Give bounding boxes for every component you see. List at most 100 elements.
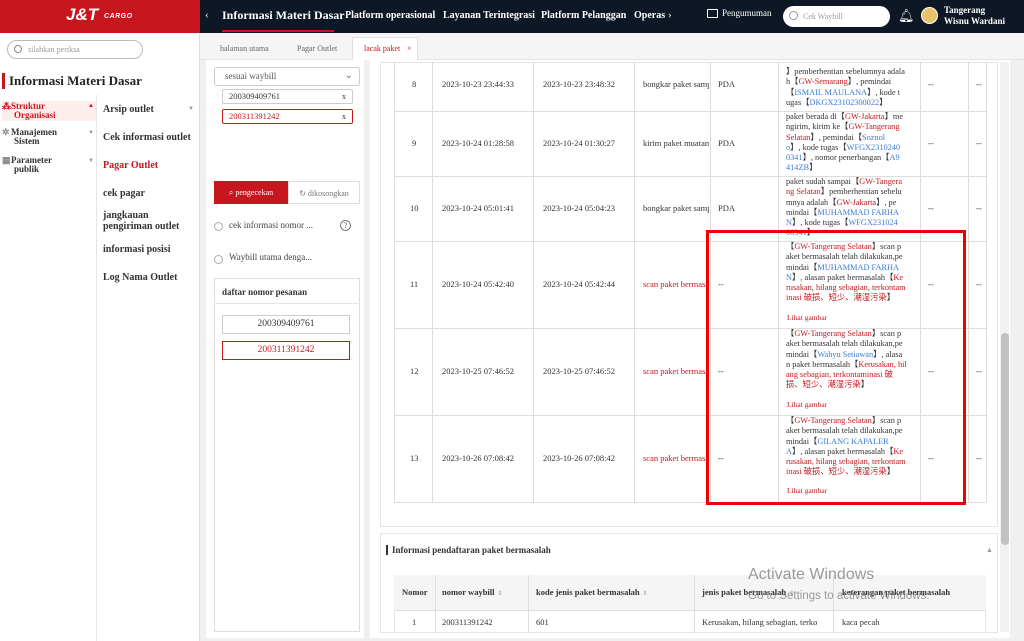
tracking-description: paket berada di【GW-Jakarta】me ngirim, kir… [786, 112, 904, 173]
sidebar-subitem-arsip-outlet[interactable]: Arsip outlet ▼ [103, 104, 197, 115]
clear-button-label: dikosongkan [307, 189, 349, 198]
sidebar-search-input[interactable]: silahkan periksa [7, 40, 143, 59]
tab-pagar-outlet[interactable]: Pagar Outlet [297, 44, 337, 53]
scrollbar-thumb[interactable] [1001, 333, 1009, 545]
sidebar-item-parameter-publik[interactable]: ▦Parameter publik ▼ [2, 156, 96, 176]
nav-item-layanan-terintegrasi[interactable]: Layanan Terintegrasi [443, 10, 535, 21]
waybill-chip[interactable]: 200311391242 x [222, 109, 353, 124]
help-icon[interactable]: ? [340, 220, 351, 231]
nav-item-platform-operasional[interactable]: Platform operasional [345, 10, 435, 21]
empty-value: -- [928, 138, 934, 148]
sidebar-divider [96, 95, 97, 641]
nav-item-operasional[interactable]: Operas [634, 10, 665, 21]
scan-type: scan paket bermasal [643, 279, 709, 289]
waybill-chip[interactable]: 200309409761 x [222, 89, 353, 104]
windows-activation-subtitle: Go to Settings to activate Windows. [748, 590, 930, 602]
search-icon: ⌕ [228, 188, 234, 197]
sidebar-subitem-label: pengiriman outlet [103, 221, 180, 232]
user-location[interactable]: Tangerang [944, 5, 985, 15]
column-header[interactable]: kode jenis paket bermasalah ⇕ [536, 587, 648, 597]
caret-down-icon: ▼ [88, 130, 94, 136]
empty-value: -- [928, 203, 934, 213]
order-list-divider [214, 303, 360, 304]
bell-icon[interactable]: 🔔︎ [898, 8, 915, 24]
avatar[interactable] [921, 7, 938, 24]
clear-button[interactable]: ↻ dikosongkan [288, 181, 360, 204]
order-list-item[interactable]: 200309409761 [222, 315, 350, 334]
nav-item-informasi-materi-dasar[interactable]: Informasi Materi Dasar [222, 8, 345, 23]
empty-value: -- [976, 453, 982, 463]
caret-up-icon[interactable]: ▲ [986, 546, 993, 554]
scan-time: 2023-10-26 07:08:42 [442, 453, 515, 463]
highlight-annotation-box [706, 230, 966, 505]
sidebar-subitem-label: jangkauan [103, 210, 149, 221]
sidebar-item-label: Organisasi [14, 110, 56, 120]
scan-type: scan paket bermasal [643, 366, 709, 376]
sidebar-subitem-jangkauan-pengiriman-outlet[interactable]: jangkauan pengiriman outlet [103, 210, 179, 232]
scan-source: PDA [718, 79, 736, 89]
empty-value: -- [976, 203, 982, 213]
refresh-icon: ↻ [299, 189, 306, 198]
sidebar-subitem-log-nama-outlet[interactable]: Log Nama Outlet [103, 272, 177, 283]
scan-type: bongkar paket samp [643, 203, 709, 213]
close-icon[interactable]: × [407, 44, 412, 53]
waybill-type-value: sesuai waybill [225, 71, 277, 81]
waybill-chip-label: 200311391242 [229, 111, 280, 121]
waybill-type-select[interactable]: sesuai waybill ⌄ [214, 67, 360, 86]
scan-time: 2023-10-23 23:44:33 [442, 79, 515, 89]
empty-value: -- [976, 79, 982, 89]
upload-time: 2023-10-25 07:46:52 [543, 366, 616, 376]
radio-waybill-utama[interactable] [214, 255, 223, 264]
logo-subtext: CARGO [104, 13, 133, 20]
sidebar-subitem-informasi-posisi[interactable]: informasi posisi [103, 244, 171, 255]
sidebar-item-struktur-organisasi[interactable]: ⁂Struktur Organisasi ▲ [2, 101, 96, 121]
user-name[interactable]: Wisnu Wardani [944, 16, 1005, 26]
sidebar-subitem-label: Arsip outlet [103, 104, 154, 115]
upload-time: 2023-10-26 07:08:42 [543, 453, 616, 463]
column-header: Nomor [402, 587, 428, 597]
search-button[interactable]: ⌕ pengecekan [214, 181, 288, 204]
empty-value: -- [928, 79, 934, 89]
scan-type: scan paket bermasal [643, 453, 709, 463]
remove-icon[interactable]: x [342, 90, 346, 103]
scan-type: kirim paket muatan [643, 138, 709, 148]
radio-cek-informasi-nomor[interactable] [214, 222, 223, 231]
logo-text: J&T [66, 5, 99, 24]
tab-lacak-paket[interactable]: lacak paket [364, 44, 400, 53]
briefcase-icon [707, 8, 718, 18]
search-button-label: pengecekan [235, 188, 274, 197]
sidebar-subitem-pagar-outlet[interactable]: Pagar Outlet [103, 160, 158, 171]
column-header-label: nomor waybill [442, 587, 495, 597]
caret-down-icon: ▼ [188, 106, 194, 112]
waybill-search-placeholder: Cek Waybill [803, 12, 843, 21]
remove-icon[interactable]: x [342, 110, 346, 123]
column-header[interactable]: nomor waybill ⇕ [442, 587, 503, 597]
search-icon [14, 45, 22, 53]
announcement-button[interactable]: Pengumuman [707, 8, 772, 18]
tracking-description: 】pemberhentian sebelumnya adala h【GW-Sema… [786, 67, 905, 107]
order-list-item[interactable]: 200311391242 [222, 341, 350, 360]
sort-icon[interactable]: ⇕ [498, 591, 503, 597]
sidebar-item-label: Sistem [14, 136, 40, 146]
tab-halaman-utama[interactable]: halaman utama [220, 44, 269, 53]
sidebar-subitem-cek-informasi-outlet[interactable]: Cek informasi outlet [103, 132, 191, 143]
upload-time: 2023-10-24 01:30:27 [543, 138, 616, 148]
scan-time: 2023-10-24 05:01:41 [442, 203, 515, 213]
waybill-search-input[interactable]: Cek Waybill [783, 6, 890, 27]
chevron-down-icon: ⌄ [344, 70, 353, 81]
sidebar-item-manajemen-sistem[interactable]: ✲Manajemen Sistem ▼ [2, 128, 96, 148]
chevron-left-icon[interactable]: ‹ [205, 9, 209, 21]
active-nav-indicator [222, 30, 334, 32]
chevron-right-icon[interactable]: › [668, 9, 672, 21]
search-icon [789, 11, 798, 20]
jt-cargo-logo[interactable]: J&T CARGO [0, 0, 200, 33]
announcement-label: Pengumuman [722, 8, 772, 18]
nav-item-platform-pelanggan[interactable]: Platform Pelanggan [541, 10, 626, 21]
radio-label: Waybill utama denga... [229, 252, 312, 262]
sidebar-title: Informasi Materi Dasar [2, 73, 142, 89]
sort-icon[interactable]: ⇕ [643, 591, 648, 597]
sidebar-subitem-cek-pagar[interactable]: cek pagar [103, 188, 145, 199]
row-number: 9 [412, 138, 417, 148]
scan-time: 2023-10-24 01:28:58 [442, 138, 515, 148]
upload-time: 2023-10-24 05:42:44 [543, 279, 616, 289]
